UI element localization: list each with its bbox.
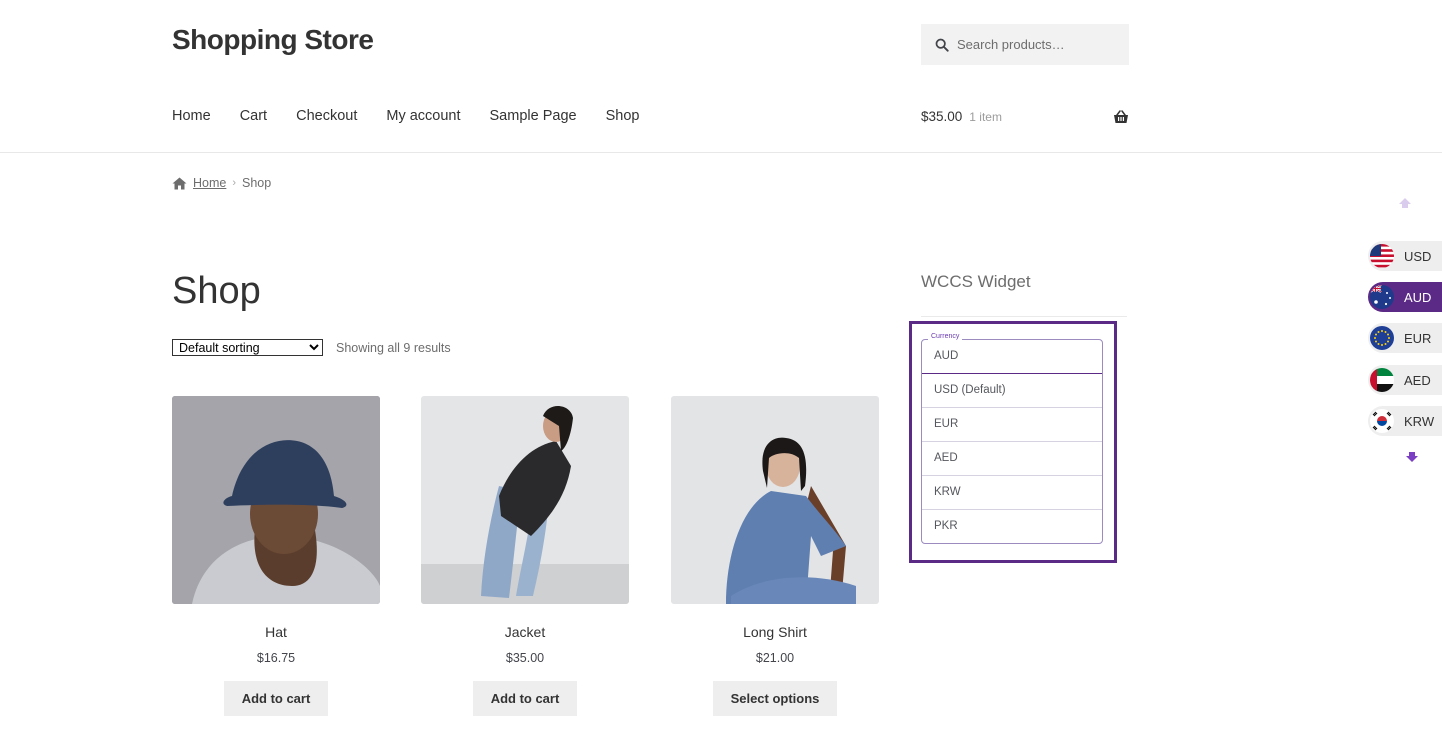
product-price: $35.00 <box>505 651 545 665</box>
widget-title: WCCS Widget <box>921 272 1031 291</box>
switcher-eur[interactable]: EUR <box>1368 323 1442 353</box>
nav-cart[interactable]: Cart <box>240 108 267 124</box>
switcher-up-arrow-icon[interactable] <box>1398 197 1412 209</box>
currency-legend: Currency <box>928 333 963 340</box>
breadcrumb: Home › Shop <box>172 176 271 190</box>
site-title[interactable]: Shopping Store <box>172 24 374 56</box>
us-flag-icon <box>1370 244 1394 268</box>
add-to-cart-button[interactable]: Add to cart <box>472 681 578 716</box>
widget-divider <box>921 316 1127 317</box>
ae-flag-icon <box>1370 368 1394 392</box>
currency-option-krw[interactable]: KRW <box>922 476 1102 510</box>
product-name[interactable]: Hat <box>172 624 380 640</box>
kr-flag-icon <box>1370 409 1394 433</box>
au-flag-icon <box>1370 285 1394 309</box>
nav-checkout[interactable]: Checkout <box>296 108 357 124</box>
nav-shop[interactable]: Shop <box>606 108 640 124</box>
currency-option-aud[interactable]: AUD <box>922 340 1102 374</box>
select-options-button[interactable]: Select options <box>712 681 838 716</box>
switcher-code: AED <box>1404 372 1431 388</box>
breadcrumb-current: Shop <box>242 176 272 190</box>
switcher-usd[interactable]: USD <box>1368 241 1442 271</box>
product-price: $16.75 <box>256 651 296 665</box>
switcher-aud[interactable]: AUD <box>1368 282 1442 312</box>
cart-total: $35.00 <box>921 109 963 124</box>
product-card: Jacket $35.00 Add to cart <box>421 396 629 716</box>
switcher-krw[interactable]: KRW <box>1368 406 1442 436</box>
product-price: $21.00 <box>755 651 795 665</box>
product-name[interactable]: Long Shirt <box>671 624 879 640</box>
switcher-code: USD <box>1404 248 1432 264</box>
nav-home[interactable]: Home <box>172 108 211 124</box>
currency-option-eur[interactable]: EUR <box>922 408 1102 442</box>
switcher-code: AUD <box>1404 289 1432 305</box>
add-to-cart-button[interactable]: Add to cart <box>223 681 329 716</box>
switcher-code: KRW <box>1404 413 1435 429</box>
currency-option-aed[interactable]: AED <box>922 442 1102 476</box>
nav-my-account[interactable]: My account <box>386 108 460 124</box>
breadcrumb-separator-icon: › <box>232 177 237 189</box>
primary-nav: Home Cart Checkout My account Sample Pag… <box>172 108 668 124</box>
search-icon <box>935 38 949 52</box>
header-divider <box>0 152 1442 153</box>
product-image-jacket[interactable] <box>421 396 629 604</box>
cart-count: 1 item <box>969 109 1002 124</box>
currency-option-usd[interactable]: USD (Default) <box>922 374 1102 408</box>
result-count: Showing all 9 results <box>336 341 451 355</box>
switcher-code: EUR <box>1404 330 1432 346</box>
switcher-aed[interactable]: AED <box>1368 365 1442 395</box>
product-image-long-shirt[interactable] <box>671 396 879 604</box>
breadcrumb-home-link[interactable]: Home <box>193 176 226 190</box>
switcher-down-arrow-icon[interactable] <box>1405 451 1419 463</box>
home-icon <box>172 177 187 189</box>
nav-sample-page[interactable]: Sample Page <box>490 108 577 124</box>
eu-flag-icon <box>1370 326 1394 350</box>
mini-cart[interactable]: $35.00 1 item <box>921 109 1129 124</box>
product-name[interactable]: Jacket <box>421 624 629 640</box>
search-box[interactable] <box>921 24 1129 65</box>
page-title: Shop <box>172 270 261 312</box>
search-input[interactable] <box>955 36 1119 53</box>
currency-list[interactable]: AUD USD (Default) EUR AED KRW PKR <box>921 339 1103 544</box>
product-card: Hat $16.75 Add to cart <box>172 396 380 716</box>
product-image-hat[interactable] <box>172 396 380 604</box>
sorting-select[interactable]: Default sorting <box>172 339 323 356</box>
basket-icon <box>1114 109 1128 123</box>
product-card: Long Shirt $21.00 Select options <box>671 396 879 716</box>
currency-option-pkr[interactable]: PKR <box>922 510 1102 543</box>
